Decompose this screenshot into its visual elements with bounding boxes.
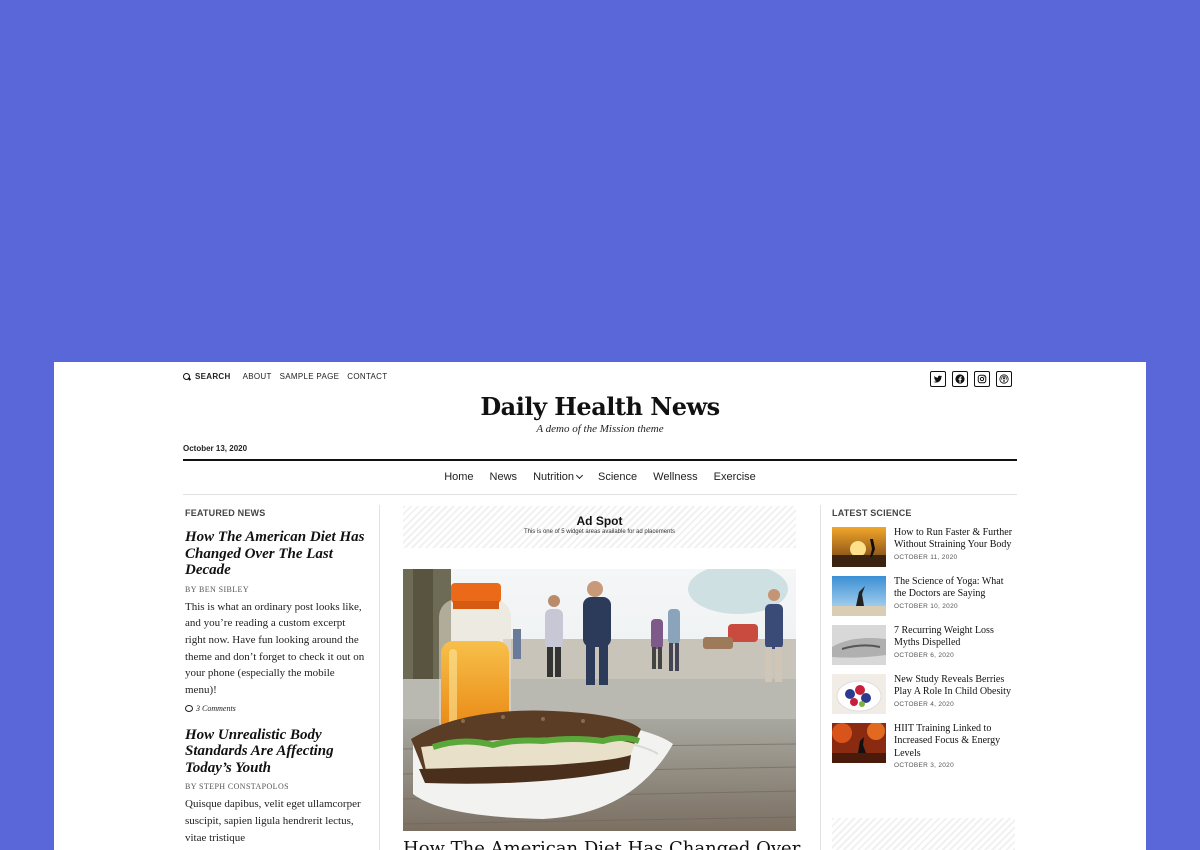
top-bar: SEARCH ABOUT SAMPLE PAGE CONTACT: [183, 372, 387, 381]
science-post-date: OCTOBER 3, 2020: [894, 761, 955, 769]
science-post-title: The Science of Yoga: What the Doctors ar…: [894, 576, 1004, 600]
search-label: SEARCH: [195, 372, 231, 381]
science-post[interactable]: 7 Recurring Weight Loss Myths Dispelled …: [832, 625, 1017, 665]
twitter-icon[interactable]: [930, 371, 946, 387]
comment-icon: [185, 704, 193, 712]
nav-item-wellness[interactable]: Wellness: [653, 471, 697, 483]
top-link-sample-page[interactable]: SAMPLE PAGE: [280, 372, 340, 381]
science-post-title: New Study Reveals Berries Play A Role In…: [894, 674, 1011, 698]
featured-post-byline: BY BEN SIBLEY: [185, 584, 250, 594]
science-post-date: OCTOBER 6, 2020: [894, 651, 955, 659]
featured-post: How Unrealistic Body Standards Are Affec…: [185, 727, 365, 847]
top-link-contact[interactable]: CONTACT: [347, 372, 387, 381]
nav-item-news[interactable]: News: [490, 471, 518, 483]
comments-link[interactable]: 3 Comments: [185, 704, 365, 713]
science-post-title: 7 Recurring Weight Loss Myths Dispelled: [894, 625, 994, 649]
social-icons: [930, 371, 1012, 387]
featured-post-excerpt: This is what an ordinary post looks like…: [185, 600, 365, 697]
ad-spot-subtitle: This is one of 5 widget areas available …: [523, 529, 676, 535]
current-date: October 13, 2020: [183, 444, 248, 453]
science-post-title: HIIT Training Linked to Increased Focus …: [894, 723, 1001, 759]
featured-post-title[interactable]: How Unrealistic Body Standards Are Affec…: [185, 727, 365, 777]
search-link[interactable]: SEARCH: [183, 372, 231, 381]
science-post-thumbnail[interactable]: [832, 674, 886, 714]
ad-spot[interactable]: Ad Spot This is one of 5 widget areas av…: [403, 506, 796, 548]
featured-post-byline: BY STEPH CONSTAPOLOS: [185, 782, 289, 792]
science-post[interactable]: New Study Reveals Berries Play A Role In…: [832, 674, 1017, 714]
webpage: SEARCH ABOUT SAMPLE PAGE CONTACT Daily H…: [54, 362, 1146, 850]
featured-post-title[interactable]: How The American Diet Has Changed Over T…: [185, 529, 365, 579]
primary-nav: Home News Nutrition Science Wellness Exe…: [54, 471, 1146, 483]
site-branding: Daily Health News A demo of the Mission …: [54, 392, 1146, 435]
nav-item-nutrition[interactable]: Nutrition: [533, 471, 584, 483]
science-post-thumbnail[interactable]: [832, 527, 886, 567]
latest-science-column: LATEST SCIENCE How to Run Faster & Furth…: [832, 508, 1017, 769]
science-post-thumbnail[interactable]: [832, 723, 886, 763]
sidebar-ad-spot[interactable]: [832, 818, 1015, 850]
science-post[interactable]: HIIT Training Linked to Increased Focus …: [832, 723, 1017, 769]
site-title[interactable]: Daily Health News: [54, 392, 1146, 421]
column-divider: [820, 505, 821, 850]
science-post-date: OCTOBER 10, 2020: [894, 602, 958, 610]
main-post-title[interactable]: How The American Diet Has Changed Over: [403, 838, 803, 850]
featured-post-excerpt: Quisque dapibus, velit eget ullamcorper …: [185, 798, 361, 844]
column-divider: [379, 505, 380, 850]
instagram-icon[interactable]: [974, 371, 990, 387]
featured-post: How The American Diet Has Changed Over T…: [185, 529, 365, 713]
ad-spot-title: Ad Spot: [576, 514, 623, 528]
site-tagline: A demo of the Mission theme: [536, 423, 664, 435]
facebook-icon[interactable]: [952, 371, 968, 387]
top-link-about[interactable]: ABOUT: [243, 372, 272, 381]
science-post-title: How to Run Faster & Further Without Stra…: [894, 527, 1013, 551]
science-post[interactable]: The Science of Yoga: What the Doctors ar…: [832, 576, 1017, 616]
science-post-thumbnail[interactable]: [832, 576, 886, 616]
podcast-icon[interactable]: [996, 371, 1012, 387]
nav-item-science[interactable]: Science: [598, 471, 637, 483]
header-divider: [183, 459, 1017, 461]
science-post[interactable]: How to Run Faster & Further Without Stra…: [832, 527, 1017, 567]
nav-item-exercise[interactable]: Exercise: [714, 471, 756, 483]
chevron-down-icon: [575, 471, 584, 480]
featured-news-column: FEATURED NEWS How The American Diet Has …: [185, 508, 365, 846]
science-post-date: OCTOBER 11, 2020: [894, 553, 958, 561]
nav-item-home[interactable]: Home: [444, 471, 473, 483]
search-icon: [183, 372, 191, 381]
nav-divider: [183, 494, 1017, 495]
latest-science-heading: LATEST SCIENCE: [832, 508, 912, 518]
main-post-image[interactable]: [403, 569, 796, 831]
science-post-thumbnail[interactable]: [832, 625, 886, 665]
science-post-date: OCTOBER 4, 2020: [894, 700, 955, 708]
nav-item-nutrition-label: Nutrition: [533, 471, 575, 483]
comments-count: 3 Comments: [196, 703, 236, 713]
featured-news-heading: FEATURED NEWS: [185, 508, 266, 518]
